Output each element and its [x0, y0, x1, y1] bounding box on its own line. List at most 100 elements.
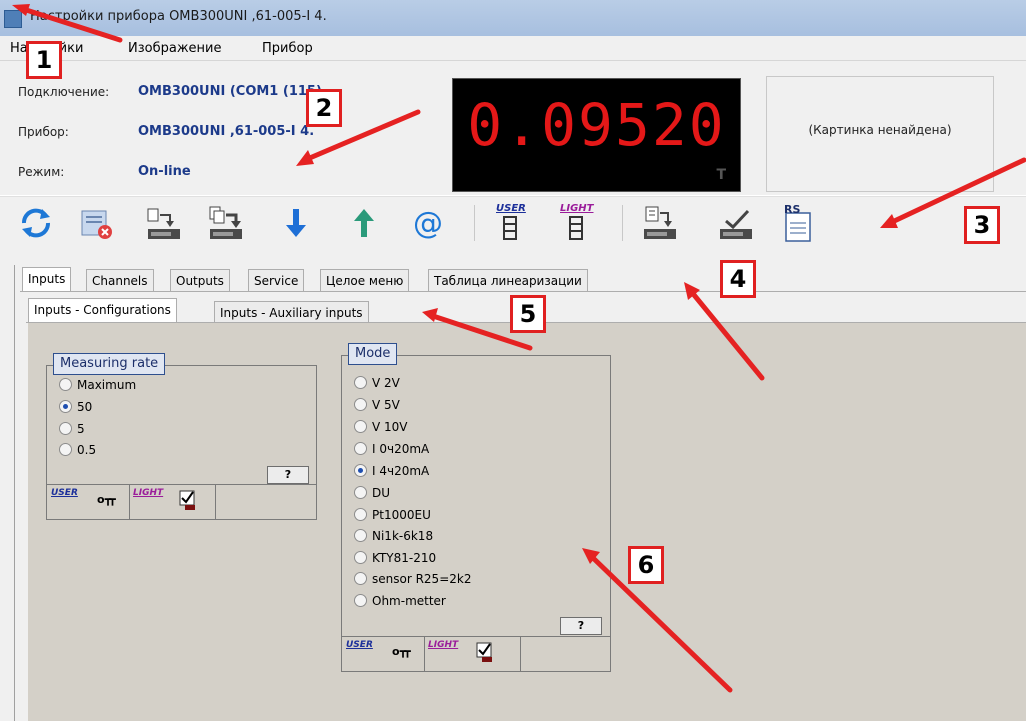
light-access-cell[interactable]: LIGHT — [129, 485, 216, 519]
annotation-label: 2 — [306, 89, 342, 127]
user-access-cell: USER o┳┳ — [342, 637, 425, 671]
user-access-cell: USER o┳┳ — [47, 485, 130, 519]
measuring-rate-group: Measuring rate Maximum 50 5 0.5 ? USER o… — [46, 353, 317, 520]
mode-option-kty81[interactable]: KTY81-210 — [354, 551, 436, 569]
key-icon: o┳┳ — [97, 493, 116, 506]
light-badge: LIGHT — [133, 488, 164, 498]
toolbar-separator — [474, 205, 475, 241]
svg-text:@: @ — [413, 206, 443, 241]
user-menu-icon[interactable]: USER — [492, 203, 532, 243]
radio-icon — [59, 378, 72, 391]
annotation-label: 5 — [510, 295, 546, 333]
rs-file-icon[interactable]: RS — [780, 203, 820, 243]
tab-whole-menu[interactable]: Целое меню — [320, 269, 410, 291]
tab-outputs[interactable]: Outputs — [170, 269, 230, 291]
mode-value: On-line — [138, 164, 191, 179]
measuring-rate-footer: USER o┳┳ LIGHT — [47, 484, 316, 519]
annotation-label: 1 — [26, 41, 62, 79]
mode-option-label: Ohm-metter — [372, 594, 446, 608]
checkbox-icon — [179, 490, 195, 510]
toolbar-separator — [622, 205, 623, 241]
mode-option-v5v[interactable]: V 5V — [354, 398, 400, 416]
mode-option-ni1k[interactable]: Ni1k-6k18 — [354, 529, 433, 547]
mode-option-ohm-metter[interactable]: Ohm-metter — [354, 594, 446, 612]
radio-icon — [59, 422, 72, 435]
annotation-label: 6 — [628, 546, 664, 584]
rate-option-0-5[interactable]: 0.5 — [59, 443, 96, 461]
radio-icon — [354, 398, 367, 411]
mode-option-pt1000eu[interactable]: Pt1000EU — [354, 508, 431, 526]
checkbox-icon — [476, 642, 492, 662]
mode-footer: USER o┳┳ LIGHT — [342, 636, 610, 671]
light-menu-icon[interactable]: LIGHT — [558, 203, 598, 243]
mode-option-v2v[interactable]: V 2V — [354, 376, 400, 394]
mode-option-label: V 10V — [372, 420, 408, 434]
radio-icon — [354, 420, 367, 433]
user-badge: USER — [51, 488, 78, 498]
menu-image[interactable]: Изображение — [128, 41, 221, 56]
tab-linearization-table[interactable]: Таблица линеаризации — [428, 269, 588, 291]
connection-label: Подключение: — [18, 85, 110, 99]
radio-icon — [354, 551, 367, 564]
mode-option-label: Ni1k-6k18 — [372, 529, 434, 543]
radio-icon — [354, 594, 367, 607]
annotation-label: 3 — [964, 206, 1000, 244]
device-label: Прибор: — [18, 125, 69, 139]
mode-option-i0-20ma[interactable]: I 0ч20mA — [354, 442, 429, 460]
picture-box: (Картинка ненайдена) — [766, 76, 994, 192]
subtab-inputs-configurations[interactable]: Inputs - Configurations — [28, 298, 177, 323]
rate-option-50[interactable]: 50 — [59, 400, 92, 418]
tab-inputs[interactable]: Inputs — [22, 267, 72, 292]
subtab-inputs-auxiliary[interactable]: Inputs - Auxiliary inputs — [214, 301, 369, 323]
device-read-all-icon[interactable] — [206, 203, 246, 243]
mode-option-du[interactable]: DU — [354, 486, 390, 504]
display-indicator: T — [716, 167, 726, 183]
mode-option-label: I 0ч20mA — [372, 442, 430, 456]
tab-service[interactable]: Service — [248, 269, 305, 291]
device-settings-icon[interactable] — [640, 203, 680, 243]
mode-label: Режим: — [18, 165, 65, 179]
radio-selected-icon — [354, 464, 367, 477]
measuring-rate-help-button[interactable]: ? — [267, 466, 309, 484]
upload-arrow-icon[interactable] — [344, 203, 384, 243]
mode-option-i4-20ma[interactable]: I 4ч20mA — [354, 464, 429, 482]
picture-placeholder: (Картинка ненайдена) — [808, 123, 952, 137]
window-title: Настройки прибора OMB300UNI ,61-005-I 4. — [30, 9, 327, 24]
user-badge: USER — [346, 640, 373, 650]
download-arrow-icon[interactable] — [276, 203, 316, 243]
email-icon[interactable]: @ — [408, 203, 448, 243]
rate-option-5[interactable]: 5 — [59, 422, 85, 440]
rate-option-label: Maximum — [77, 378, 137, 392]
key-icon: o┳┳ — [392, 645, 411, 658]
radio-icon — [354, 572, 367, 585]
radio-icon — [354, 529, 367, 542]
rate-option-label: 5 — [77, 422, 85, 436]
mode-option-label: KTY81-210 — [372, 551, 437, 565]
rate-option-label: 50 — [77, 400, 93, 414]
refresh-icon[interactable] — [16, 203, 56, 243]
light-access-cell[interactable]: LIGHT — [424, 637, 521, 671]
tab-channels[interactable]: Channels — [86, 269, 154, 291]
cancel-list-icon[interactable] — [76, 203, 116, 243]
light-badge: LIGHT — [428, 640, 459, 650]
toolbar: @ USER LIGHT RS — [0, 196, 1026, 252]
title-bar: Настройки прибора OMB300UNI ,61-005-I 4. — [0, 0, 1026, 36]
menu-device[interactable]: Прибор — [262, 41, 313, 56]
mode-option-label: I 4ч20mA — [372, 464, 430, 478]
device-read-icon[interactable] — [144, 203, 184, 243]
tab-strip-border — [20, 291, 1026, 292]
rate-option-maximum[interactable]: Maximum — [59, 378, 136, 396]
measurement-display: 0.09520 T — [452, 78, 741, 192]
mode-help-button[interactable]: ? — [560, 617, 602, 635]
radio-icon — [354, 376, 367, 389]
mode-option-label: V 5V — [372, 398, 400, 412]
radio-icon — [59, 443, 72, 456]
display-value: 0.09520 — [467, 91, 726, 159]
app-icon — [4, 10, 22, 28]
mode-option-v10v[interactable]: V 10V — [354, 420, 408, 438]
radio-icon — [354, 486, 367, 499]
mode-option-sensor-r25[interactable]: sensor R25=2k2 — [354, 572, 471, 590]
menu-bar: Настройки Изображение Прибор — [0, 36, 1026, 61]
connection-value: OMB300UNI (COM1 (115) — [138, 84, 322, 99]
device-check-icon[interactable] — [716, 203, 756, 243]
